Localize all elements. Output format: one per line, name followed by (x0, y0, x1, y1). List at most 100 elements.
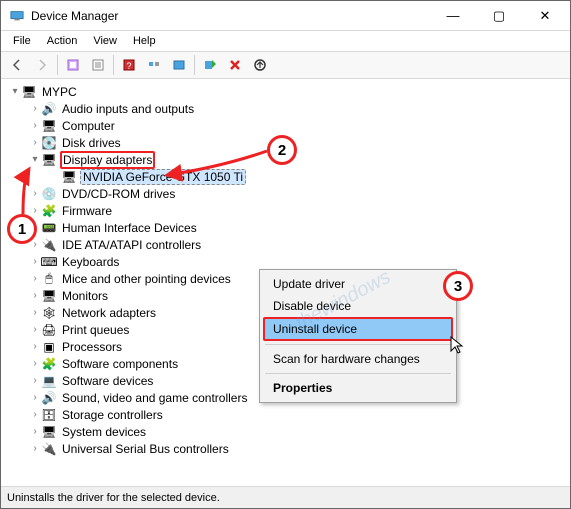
toolbar-separator (113, 55, 114, 75)
tree-item[interactable]: ›🗄Storage controllers (29, 406, 570, 423)
menu-action[interactable]: Action (39, 33, 86, 49)
window-maximize-button[interactable]: ▢ (476, 1, 522, 30)
tree-item[interactable]: ▾🖥Display adapters (29, 151, 570, 168)
device-icon: 🖥 (41, 152, 57, 168)
tree-root[interactable]: ▾ 🖥 MYPC (9, 83, 570, 100)
expand-arrow-icon[interactable]: › (29, 205, 41, 216)
context-menu-item[interactable]: Uninstall device (263, 317, 453, 341)
menu-help[interactable]: Help (125, 33, 164, 49)
toolbar-help-button[interactable]: ? (117, 54, 141, 76)
expand-arrow-icon[interactable]: › (29, 290, 41, 301)
tree-item-label[interactable]: Storage controllers (60, 408, 165, 422)
tree-item[interactable]: 🖥NVIDIA GeForce GTX 1050 Ti (49, 168, 570, 185)
toolbar-properties-button[interactable] (86, 54, 110, 76)
expand-arrow-icon[interactable]: › (29, 256, 41, 267)
tree-item[interactable]: ›💽Disk drives (29, 134, 570, 151)
tree-item-label[interactable]: Software components (60, 357, 180, 371)
tree-item-label[interactable]: Sound, video and game controllers (60, 391, 249, 405)
expand-arrow-icon[interactable]: ▾ (9, 86, 21, 97)
statusbar: Uninstalls the driver for the selected d… (1, 486, 570, 508)
tree-item[interactable]: ›⌨Keyboards (29, 253, 570, 270)
context-menu-item[interactable]: Disable device (263, 295, 453, 317)
annotation-2: 2 (267, 135, 297, 165)
expand-arrow-icon[interactable]: › (29, 375, 41, 386)
window-minimize-button[interactable]: — (430, 1, 476, 30)
device-icon: 🔊 (41, 390, 57, 406)
expand-arrow-icon[interactable]: › (29, 103, 41, 114)
tree-item-label[interactable]: Monitors (60, 289, 110, 303)
device-icon: 🖥 (41, 424, 57, 440)
tree-item-label[interactable]: Print queues (60, 323, 131, 337)
tree-item[interactable]: ›💿DVD/CD-ROM drives (29, 185, 570, 202)
device-icon: 🖥 (61, 169, 77, 185)
expand-arrow-icon[interactable]: › (29, 392, 41, 403)
context-menu-item[interactable]: Scan for hardware changes (263, 348, 453, 370)
tree-item-label[interactable]: Computer (60, 119, 117, 133)
expand-arrow-icon[interactable]: › (29, 341, 41, 352)
tree-item[interactable]: ›🖥System devices (29, 423, 570, 440)
context-menu-item[interactable]: Properties (263, 377, 453, 399)
expand-arrow-icon[interactable]: › (29, 358, 41, 369)
tree-item[interactable]: ›🖥Computer (29, 117, 570, 134)
tree-item[interactable]: ›🧩Firmware (29, 202, 570, 219)
device-icon: 💻 (41, 373, 57, 389)
expand-arrow-icon[interactable]: › (29, 137, 41, 148)
computer-icon: 🖥 (21, 84, 37, 100)
toolbar-update-driver-button[interactable] (248, 54, 272, 76)
device-icon: 🕸 (41, 305, 57, 321)
context-menu-item[interactable]: Update driver (263, 273, 453, 295)
toolbar-scan-hardware-button[interactable] (198, 54, 222, 76)
tree-item-label[interactable]: Display adapters (60, 151, 155, 169)
tree-item[interactable]: ›🔌IDE ATA/ATAPI controllers (29, 236, 570, 253)
menu-file[interactable]: File (5, 33, 39, 49)
expand-arrow-icon[interactable]: › (29, 307, 41, 318)
expand-arrow-icon[interactable]: › (29, 324, 41, 335)
tree-item-label[interactable]: Processors (60, 340, 124, 354)
device-icon: 🧩 (41, 356, 57, 372)
tree-item-label[interactable]: Audio inputs and outputs (60, 102, 196, 116)
expand-arrow-icon[interactable]: › (29, 426, 41, 437)
tree-item-label[interactable]: Keyboards (60, 255, 121, 269)
tree-item-label[interactable]: DVD/CD-ROM drives (60, 187, 177, 201)
tree-item-label[interactable]: Firmware (60, 204, 114, 218)
device-icon: 🔌 (41, 237, 57, 253)
device-icon: 🧩 (41, 203, 57, 219)
tree-item-label[interactable]: System devices (60, 425, 148, 439)
tree-item-label[interactable]: Mice and other pointing devices (60, 272, 233, 286)
window-close-button[interactable]: ✕ (522, 1, 568, 30)
expand-arrow-icon[interactable]: › (29, 443, 41, 454)
tree-item-label[interactable]: Software devices (60, 374, 155, 388)
tree-item[interactable]: ›🔌Universal Serial Bus controllers (29, 440, 570, 457)
expand-arrow-icon[interactable]: › (29, 273, 41, 284)
menu-view[interactable]: View (85, 33, 125, 49)
device-icon: 📟 (41, 220, 57, 236)
annotation-3: 3 (443, 271, 473, 301)
root-label[interactable]: MYPC (40, 85, 79, 99)
svg-text:?: ? (126, 61, 131, 71)
tree-item-label[interactable]: Disk drives (60, 136, 123, 150)
expand-arrow-icon[interactable]: › (29, 409, 41, 420)
device-tree[interactable]: ▾ 🖥 MYPC ›🔊Audio inputs and outputs›🖥Com… (1, 79, 570, 486)
tree-item[interactable]: ›📟Human Interface Devices (29, 219, 570, 236)
tree-item[interactable]: ›🔊Audio inputs and outputs (29, 100, 570, 117)
toolbar: ? (1, 51, 570, 79)
toolbar-forward-button[interactable] (30, 54, 54, 76)
tree-item-label[interactable]: IDE ATA/ATAPI controllers (60, 238, 203, 252)
expand-arrow-icon[interactable]: › (29, 120, 41, 131)
tree-item-label[interactable]: NVIDIA GeForce GTX 1050 Ti (80, 169, 246, 185)
app-icon (9, 8, 25, 24)
collapse-arrow-icon[interactable]: ▾ (29, 154, 41, 165)
expand-arrow-icon[interactable]: › (29, 188, 41, 199)
toolbar-back-button[interactable] (5, 54, 29, 76)
status-text: Uninstalls the driver for the selected d… (7, 492, 220, 504)
context-menu-separator (265, 373, 451, 374)
device-icon: 💽 (41, 135, 57, 151)
toolbar-uninstall-button[interactable] (223, 54, 247, 76)
device-icon: 🖥 (41, 118, 57, 134)
toolbar-small-icons-button[interactable] (142, 54, 166, 76)
toolbar-large-icons-button[interactable] (167, 54, 191, 76)
tree-item-label[interactable]: Universal Serial Bus controllers (60, 442, 231, 456)
tree-item-label[interactable]: Network adapters (60, 306, 158, 320)
tree-item-label[interactable]: Human Interface Devices (60, 221, 199, 235)
toolbar-show-hidden-button[interactable] (61, 54, 85, 76)
